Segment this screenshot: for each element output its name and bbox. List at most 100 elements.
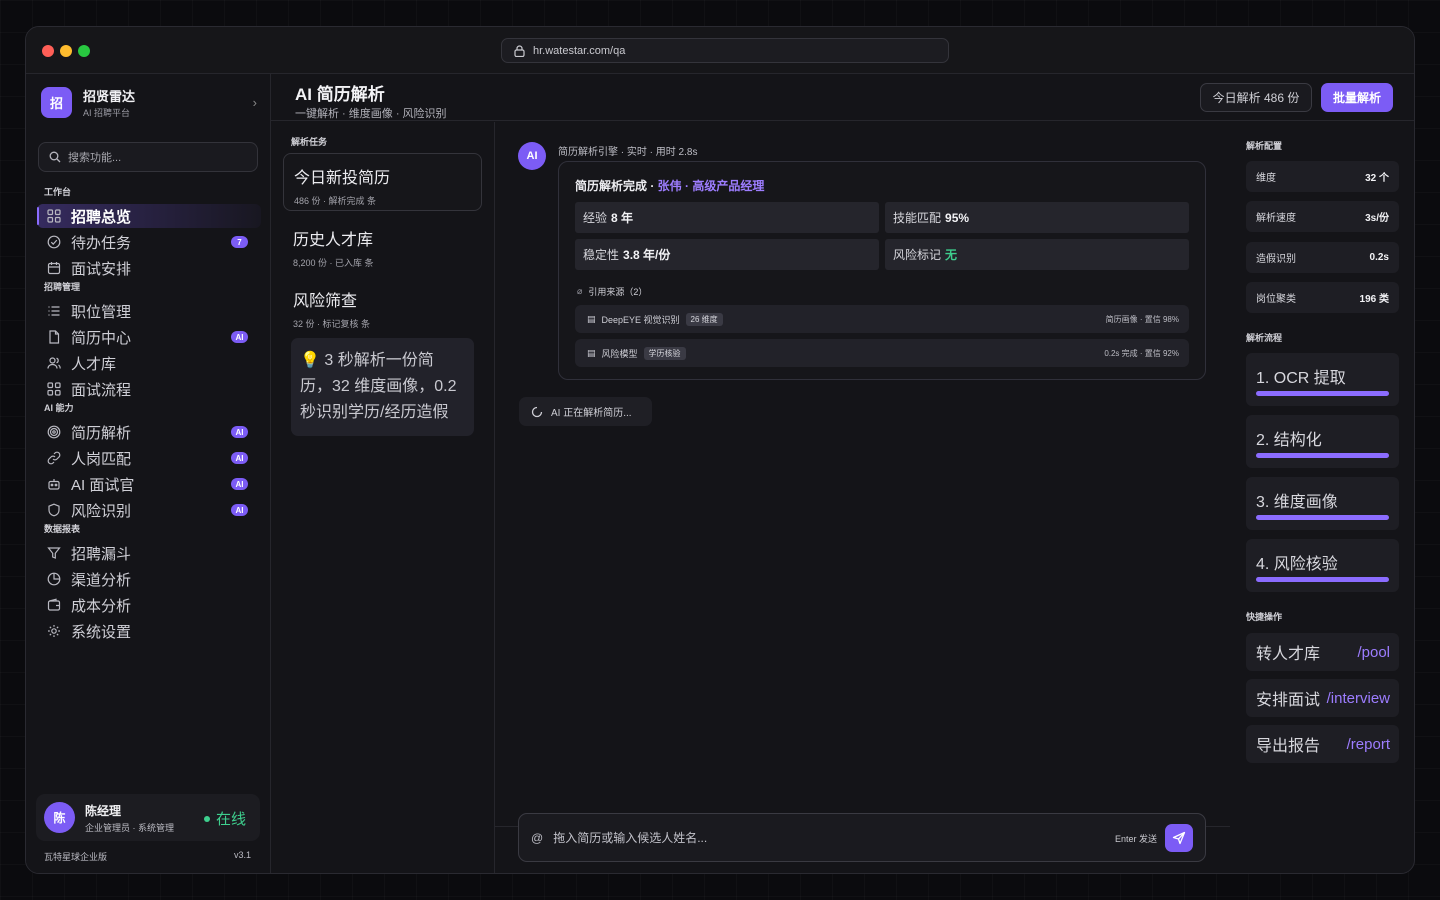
engine-status: 简历解析引擎 · 实时 · 用时 2.8s xyxy=(558,147,698,158)
sidebar-item-label: 面试流程 xyxy=(71,381,132,399)
config-item[interactable]: 解析速度 3s/份 xyxy=(1246,201,1399,232)
search-input[interactable]: 搜索功能... xyxy=(38,142,258,172)
sidebar-item[interactable]: 简历中心 AI xyxy=(37,325,261,349)
citation-confidence: 0.2s 完成 · 置信 92% xyxy=(1104,349,1179,358)
citation-item[interactable]: ▤ DeepEYE 视觉识别 26 维度 简历画像 · 置信 98% xyxy=(575,305,1189,333)
config-item[interactable]: 岗位聚类 196 类 xyxy=(1246,282,1399,313)
citation-name: DeepEYE 视觉识别 xyxy=(601,314,680,325)
shield-icon xyxy=(46,502,62,518)
stat-experience: 经验 8 年 xyxy=(575,202,879,233)
user-name: 陈经理 xyxy=(85,803,122,818)
target-icon xyxy=(46,424,62,440)
citations-label: ⌀ 引用来源（2） xyxy=(577,286,648,297)
version-label: v3.1 xyxy=(233,850,251,860)
sidebar-item[interactable]: 招聘总览 xyxy=(37,204,261,228)
flow-step[interactable]: 2. 结构化 xyxy=(1246,415,1399,468)
sidebar-item-label: 系统设置 xyxy=(71,623,132,641)
input-placeholder: 拖入简历或输入候选人姓名... xyxy=(553,831,708,845)
citation-tag: 学历核验 xyxy=(643,346,686,360)
sidebar-item-label: 简历中心 xyxy=(71,329,132,347)
robot-icon xyxy=(46,476,62,492)
stat-risk: 风险标记无 xyxy=(885,239,1189,270)
config-item[interactable]: 造假识别 0.2s xyxy=(1246,242,1399,273)
answer-heading: 简历解析完成 · 张伟 · 高级产品经理 xyxy=(575,177,764,194)
sidebar-item[interactable]: 职位管理 xyxy=(37,299,261,323)
sidebar-item[interactable]: 人才库 xyxy=(37,351,261,375)
avatar: 陈 xyxy=(44,802,75,833)
sidebar-item[interactable]: 人岗匹配 AI xyxy=(37,446,261,470)
batch-parse-button[interactable]: 批量解析 xyxy=(1321,83,1393,112)
filter-icon xyxy=(46,545,62,561)
minimize-window-button[interactable] xyxy=(60,45,72,57)
sidebar-item-label: 简历解析 xyxy=(71,424,132,442)
sidebar-item[interactable]: 招聘漏斗 xyxy=(37,541,261,565)
search-icon xyxy=(49,151,61,163)
flow-step-progress xyxy=(1256,453,1389,458)
chevron-right-icon[interactable]: › xyxy=(253,95,257,110)
flow-step-label: 3. 维度画像 xyxy=(1256,494,1338,511)
thinking-indicator: AI 正在解析简历... xyxy=(519,397,652,426)
sidebar-item-label: 成本分析 xyxy=(71,597,132,615)
sidebar-item-label: 渠道分析 xyxy=(71,571,132,589)
quick-action-interview[interactable]: 安排面试/interview xyxy=(1246,679,1399,717)
sidebar-item-label: 招聘总览 xyxy=(71,208,132,226)
sidebar-badge: AI xyxy=(231,331,248,343)
brand-name: 招贤雷达 xyxy=(83,88,136,104)
flow-step[interactable]: 1. OCR 提取 xyxy=(1246,353,1399,406)
sidebar-item[interactable]: 渠道分析 xyxy=(37,567,261,591)
citation-item[interactable]: ▤ 风险模型 学历核验 0.2s 完成 · 置信 92% xyxy=(575,339,1189,367)
ai-avatar: AI xyxy=(518,142,546,170)
send-icon xyxy=(1172,831,1186,845)
close-window-button[interactable] xyxy=(42,45,54,57)
grid-icon xyxy=(46,208,62,224)
section-label-report: 数据报表 xyxy=(44,524,81,534)
title-bar: hr.watestar.com/qa xyxy=(26,27,1414,74)
sidebar-item[interactable]: 风险识别 AI xyxy=(37,498,261,522)
section-label-ai: AI 能力 xyxy=(44,403,74,413)
right-panel: 解析配置 维度 32 个 解析速度 3s/份 造假识别 0.2s 岗位聚类 196 类 … xyxy=(1230,122,1414,873)
sidebar-item[interactable]: 系统设置 xyxy=(37,619,261,643)
config-label: 解析配置 xyxy=(1246,141,1283,151)
online-status: 在线 xyxy=(204,808,246,829)
flow-step[interactable]: 4. 风险核验 xyxy=(1246,539,1399,592)
flow-step[interactable]: 3. 维度画像 xyxy=(1246,477,1399,530)
file-icon xyxy=(46,329,62,345)
task-item[interactable]: 历史人才库 8,200 份 · 已入库 条 xyxy=(283,216,482,272)
flow-step-label: 2. 结构化 xyxy=(1256,432,1322,449)
citation-tag: 26 维度 xyxy=(685,312,723,326)
tasks-label: 解析任务 xyxy=(291,137,328,147)
citation-name: 风险模型 xyxy=(601,348,638,359)
paperclip-icon: ⌀ xyxy=(577,286,583,296)
sidebar-item[interactable]: 面试流程 xyxy=(37,377,261,401)
sidebar-item[interactable]: AI 面试官 AI xyxy=(37,472,261,496)
spinner-icon xyxy=(531,406,543,417)
config-item[interactable]: 维度 32 个 xyxy=(1246,161,1399,192)
page-header: AI 简历解析 一键解析 · 维度画像 · 风险识别 今日解析 486 份 批量… xyxy=(271,74,1414,121)
message-input[interactable]: @ 拖入简历或输入候选人姓名... Enter 发送 xyxy=(518,813,1206,862)
url-text: hr.watestar.com/qa xyxy=(533,44,626,57)
sidebar-item[interactable]: 面试安排 xyxy=(37,256,261,280)
answer-card: 简历解析完成 · 张伟 · 高级产品经理 经验 8 年 技能匹配 95% 稳定性 3.… xyxy=(558,161,1206,380)
quick-action-report[interactable]: 导出报告/report xyxy=(1246,725,1399,763)
chat-area: AI 简历解析引擎 · 实时 · 用时 2.8s 简历解析完成 · 张伟 · 高… xyxy=(495,122,1230,873)
task-item[interactable]: 风险筛查 32 份 · 标记复核 条 xyxy=(283,277,482,333)
address-bar[interactable]: hr.watestar.com/qa xyxy=(501,38,949,63)
candidate-name[interactable]: 张伟 · 高级产品经理 xyxy=(658,179,765,193)
stat-skill-match: 技能匹配 95% xyxy=(885,202,1189,233)
citation-confidence: 简历画像 · 置信 98% xyxy=(1105,315,1179,324)
flow-step-label: 1. OCR 提取 xyxy=(1256,370,1346,387)
task-item[interactable]: 今日新投简历 486 份 · 解析完成 条 xyxy=(283,153,482,211)
send-button[interactable] xyxy=(1165,824,1193,852)
sidebar-item[interactable]: 待办任务 7 xyxy=(37,230,261,254)
user-card[interactable]: 陈 陈经理 企业管理员 · 系统管理 在线 xyxy=(36,794,260,841)
sidebar-badge: AI xyxy=(231,426,248,438)
sidebar-item-label: 人才库 xyxy=(71,355,117,373)
maximize-window-button[interactable] xyxy=(78,45,90,57)
today-count-button[interactable]: 今日解析 486 份 xyxy=(1200,83,1312,112)
quick-action-pool[interactable]: 转人才库/pool xyxy=(1246,633,1399,671)
sidebar-item[interactable]: 成本分析 xyxy=(37,593,261,617)
page-subtitle: 一键解析 · 维度画像 · 风险识别 xyxy=(295,108,447,120)
sidebar-item[interactable]: 简历解析 AI xyxy=(37,420,261,444)
brand[interactable]: 招 招贤雷达 AI 招聘平台 › xyxy=(41,85,257,119)
users-icon xyxy=(46,355,62,371)
